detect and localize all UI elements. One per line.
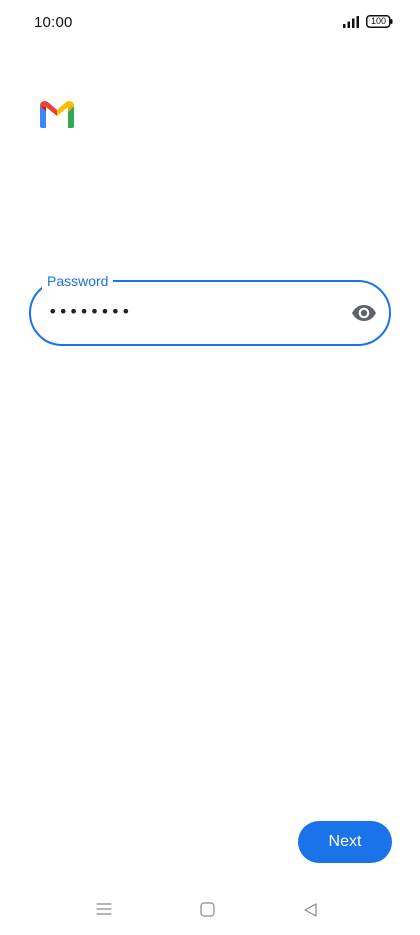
next-button[interactable]: Next <box>298 821 392 863</box>
eye-icon[interactable] <box>350 301 378 325</box>
status-time: 10:00 <box>34 14 73 31</box>
navigation-bar <box>0 890 420 935</box>
home-icon[interactable] <box>200 902 215 917</box>
menu-icon[interactable] <box>96 902 112 916</box>
password-value[interactable]: •••••••• <box>48 300 132 324</box>
password-label: Password <box>42 273 114 289</box>
signal-bars-icon <box>343 16 359 28</box>
gmail-logo <box>40 101 74 128</box>
back-icon[interactable] <box>302 902 319 918</box>
status-bar: 10:00 100 <box>0 0 420 48</box>
battery-level-text: 100 <box>370 16 387 26</box>
